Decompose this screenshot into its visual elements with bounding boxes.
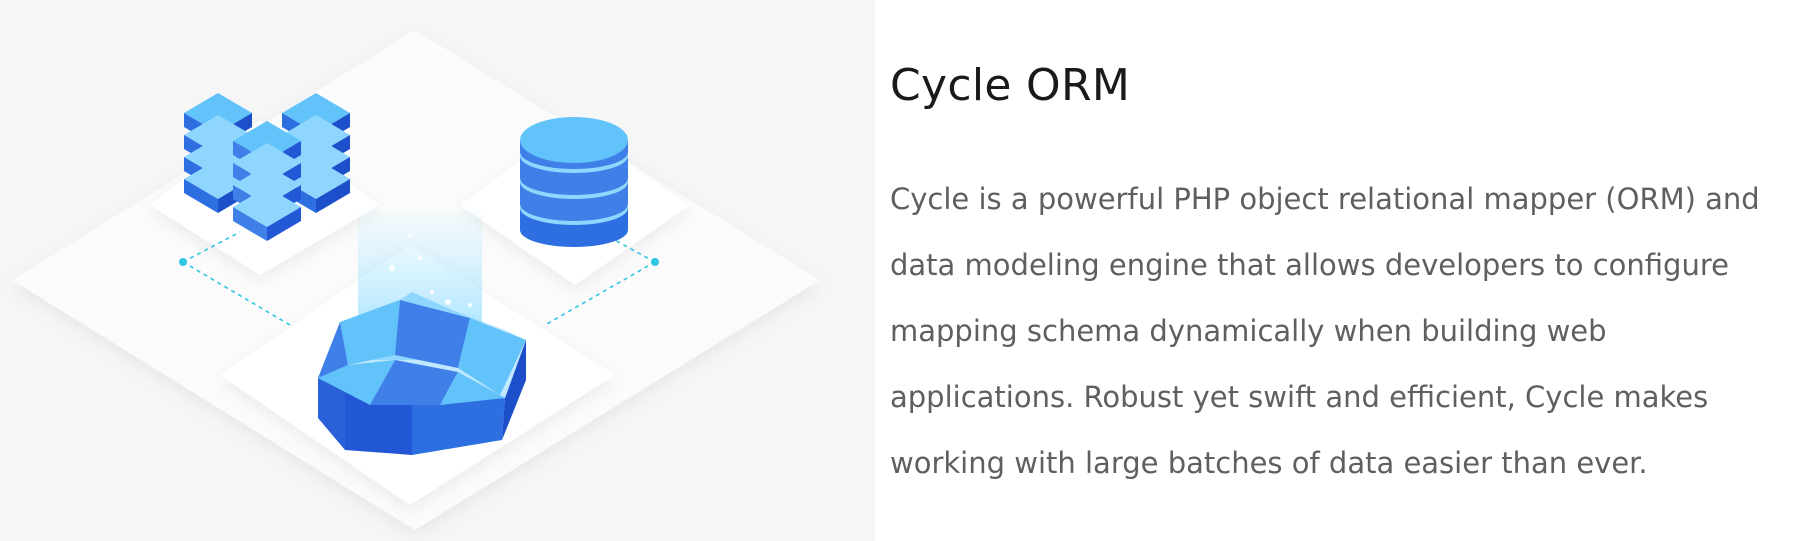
isometric-illustration [12, 30, 820, 530]
connector-dot-left [179, 258, 187, 266]
connector-dot-right [651, 258, 659, 266]
hero-illustration [0, 0, 875, 541]
product-description: Cycle is a powerful PHP object relationa… [890, 182, 1760, 480]
content-panel: Cycle ORM Cycle is a powerful PHP object… [890, 0, 1790, 541]
database-cylinder-icon [520, 117, 628, 247]
page-title: Cycle ORM [890, 60, 1131, 111]
